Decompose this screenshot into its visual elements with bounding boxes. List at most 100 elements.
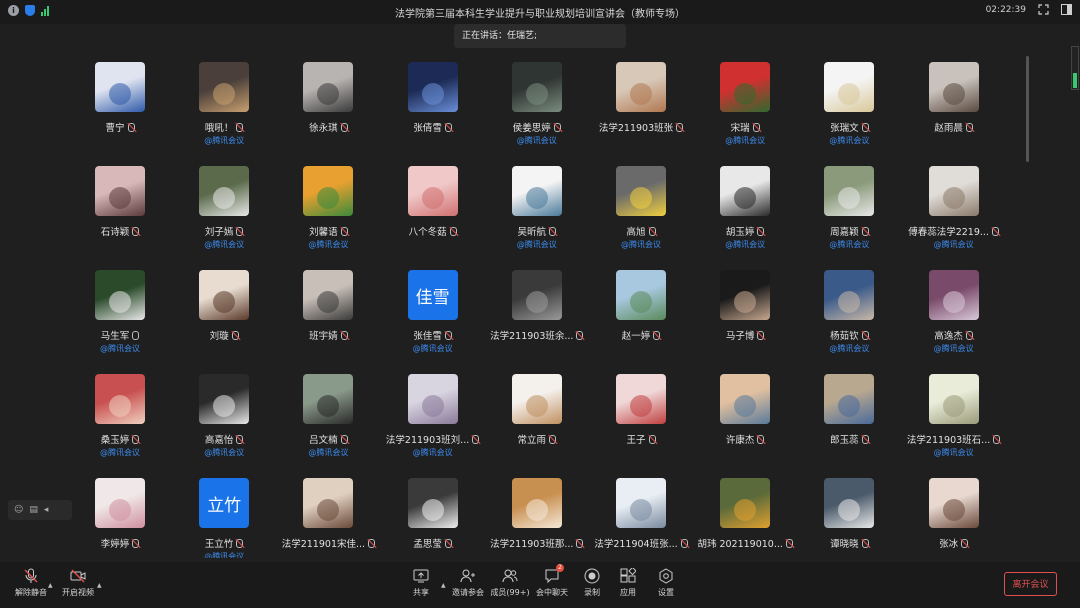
participant-tile[interactable]: 王子	[589, 367, 693, 471]
fullscreen-icon[interactable]	[1038, 4, 1049, 15]
participant-name: 傅春蕊法学2219...	[896, 224, 1008, 238]
participant-tile[interactable]: 法学211903班余...	[485, 263, 589, 367]
participant-tile[interactable]: 杨茹钦 @腾讯会议	[797, 263, 901, 367]
participant-name: 李婷婷	[68, 536, 178, 550]
participant-tile[interactable]: 常立雨	[485, 367, 589, 471]
participant-name-text: 法学211903班那...	[490, 539, 574, 550]
avatar	[824, 478, 875, 528]
participant-tile[interactable]: 赵雨晨	[902, 55, 1006, 159]
participant-tile[interactable]: 曹宁	[68, 55, 172, 159]
participant-name-text: 赵一婷	[621, 331, 651, 342]
participant-tile[interactable]: 胡玉婷 @腾讯会议	[693, 159, 797, 263]
participant-tile[interactable]: 吕文楠 @腾讯会议	[276, 367, 380, 471]
participant-tile[interactable]: 高嘉怡 @腾讯会议	[172, 367, 276, 471]
participant-tile[interactable]: 张冰	[902, 471, 1006, 558]
camera-off-icon	[70, 569, 86, 583]
avatar	[303, 270, 354, 320]
avatar	[720, 478, 771, 528]
participant-tile[interactable]: 孟思莹	[381, 471, 485, 558]
participant-tile[interactable]: 李婷婷	[68, 471, 172, 558]
participant-name-text: 徐永琪	[309, 123, 338, 134]
mic-muted-icon	[236, 123, 244, 132]
participant-name-text: 胡玮 202119010...	[697, 539, 783, 550]
platform-label: @腾讯会议	[725, 136, 766, 145]
participant-tile[interactable]: 八个冬菇	[381, 159, 485, 263]
participant-name-text: 侯姜思婷	[512, 123, 551, 134]
participant-tile[interactable]: 赵一婷	[589, 263, 693, 367]
participant-tile[interactable]: 徐永琪	[276, 55, 380, 159]
avatar-figure	[942, 291, 965, 313]
participant-tile[interactable]: 周嘉颖 @腾讯会议	[797, 159, 901, 263]
participant-tile[interactable]: 刘子嫣 @腾讯会议	[172, 159, 276, 263]
participant-name-text: 郎玉蕊	[830, 435, 859, 446]
participant-tile[interactable]: 傅春蕊法学2219... @腾讯会议	[902, 159, 1006, 263]
platform-label: @腾讯会议	[933, 240, 974, 249]
collapse-icon[interactable]: ◂	[44, 505, 49, 515]
participant-tile[interactable]: 高旭 @腾讯会议	[589, 159, 693, 263]
participant-tile[interactable]: 宋瑞 @腾讯会议	[693, 55, 797, 159]
platform-label: @腾讯会议	[204, 552, 245, 558]
participant-tile[interactable]: 佳雪 张佳雪 @腾讯会议	[381, 263, 485, 367]
participant-tile[interactable]: 刘璇	[172, 263, 276, 367]
emoji-icon[interactable]: ☺	[14, 505, 23, 515]
avatar-figure	[734, 83, 757, 105]
participant-tile[interactable]: 法学211903班张	[589, 55, 693, 159]
participant-name-text: 王立竹	[204, 539, 234, 550]
participant-tile[interactable]: 郎玉蕊	[797, 367, 901, 471]
participant-name-text: 法学211903班张	[598, 123, 674, 134]
participant-tile[interactable]: 侯姜思婷 @腾讯会议	[485, 55, 589, 159]
participant-tile[interactable]: 哦吼！ @腾讯会议	[172, 55, 276, 159]
participant-name: 赵雨晨	[896, 120, 1008, 134]
participant-name: 张倩雪	[375, 120, 491, 134]
platform-label: @腾讯会议	[516, 136, 557, 145]
participant-tile[interactable]: 谭晓晓	[797, 471, 901, 558]
settings-label: 设置	[658, 588, 674, 597]
video-options-caret[interactable]: ▲	[97, 582, 102, 589]
record-icon	[584, 568, 600, 584]
share-screen-icon	[413, 569, 429, 583]
participant-tile[interactable]: 马生军 @腾讯会议	[68, 263, 172, 367]
start-video-button[interactable]: 开启视频	[53, 568, 103, 598]
avatar-figure	[838, 291, 861, 313]
participant-name-text: 法学211903班余...	[490, 331, 574, 342]
participant-name: 班宇婧	[270, 328, 386, 342]
mic-muted-icon	[340, 123, 348, 132]
meeting-clock: 02:22:39	[985, 4, 1026, 15]
share-button[interactable]: 共享	[396, 568, 446, 598]
participant-name-text: 许康杰	[725, 435, 755, 446]
participant-tile[interactable]: 石诗颖	[68, 159, 172, 263]
participant-tile[interactable]: 法学211903班刘... @腾讯会议	[381, 367, 485, 471]
apps-label: 应用	[620, 588, 636, 597]
participant-tile[interactable]: 立竹 王立竹 @腾讯会议	[172, 471, 276, 558]
grid-scrollbar[interactable]	[1026, 56, 1029, 162]
participant-tile[interactable]: 法学211903班那...	[485, 471, 589, 558]
participant-name: 徐永琪	[270, 120, 386, 134]
leave-meeting-button[interactable]: 离开会议	[1004, 572, 1057, 596]
participant-name-text: 马生军	[100, 331, 130, 342]
barrage-icon[interactable]: ▤	[29, 505, 38, 515]
participant-name: 刘子嫣	[166, 224, 282, 238]
participant-tile[interactable]: 吴昕航 @腾讯会议	[485, 159, 589, 263]
participant-name: 张瑞文	[791, 120, 907, 134]
participant-tile[interactable]: 法学211904班张...	[589, 471, 693, 558]
participant-name: 侯姜思婷	[479, 120, 595, 134]
avatar	[95, 270, 145, 320]
participant-tile[interactable]: 许康杰	[693, 367, 797, 471]
participant-tile[interactable]: 刘馨语 @腾讯会议	[276, 159, 380, 263]
audio-options-caret[interactable]: ▲	[48, 582, 53, 589]
participant-tile[interactable]: 桑玉婷 @腾讯会议	[68, 367, 172, 471]
avatar	[407, 62, 458, 112]
settings-button[interactable]: 设置	[641, 568, 691, 598]
avatar-figure	[421, 187, 444, 209]
participant-tile[interactable]: 班宇婧	[276, 263, 380, 367]
participant-tile[interactable]: 法学211903班石... @腾讯会议	[902, 367, 1006, 471]
participant-tile[interactable]: 高逸杰 @腾讯会议	[902, 263, 1006, 367]
participant-tile[interactable]: 马子博	[693, 263, 797, 367]
chat-label: 会中聊天	[536, 588, 568, 597]
participant-tile[interactable]: 胡玮 202119010...	[693, 471, 797, 558]
participant-tile[interactable]: 张倩雪	[381, 55, 485, 159]
layout-icon[interactable]	[1061, 4, 1072, 15]
participant-tile[interactable]: 法学211901宋佳...	[276, 471, 380, 558]
participant-name-text: 杨茹钦	[830, 331, 859, 342]
participant-tile[interactable]: 张瑞文 @腾讯会议	[797, 55, 901, 159]
